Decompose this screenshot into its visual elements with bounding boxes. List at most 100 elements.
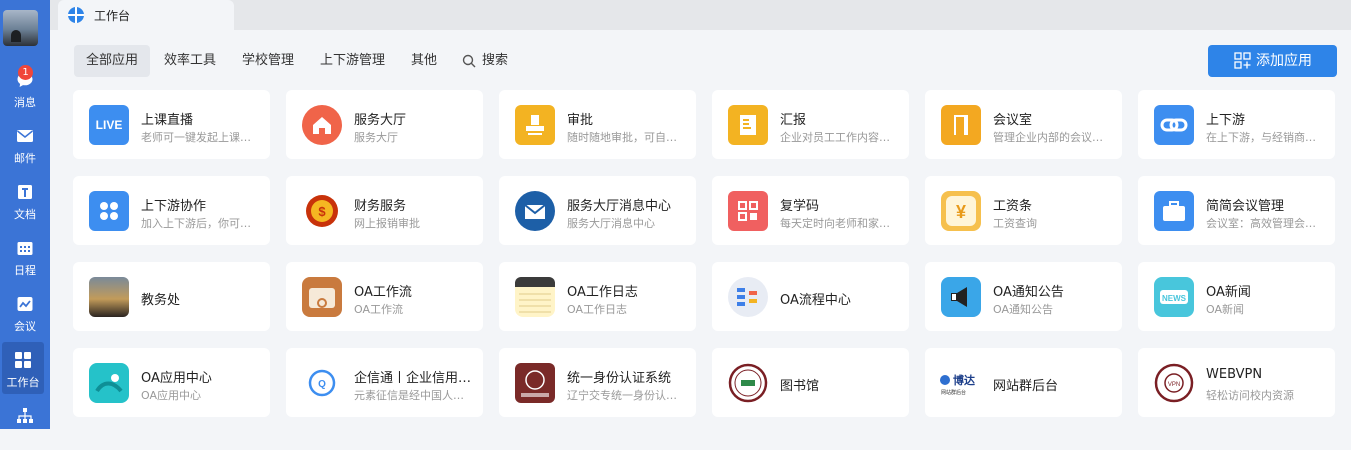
app-description: 每天定时向老师和家长推送 — [780, 217, 898, 230]
report-icon — [728, 105, 768, 145]
app-card[interactable]: OA流程中心 — [712, 262, 909, 331]
sidebar-item-mail[interactable]: 邮件 — [0, 118, 50, 170]
app-title: 汇报 — [780, 113, 807, 128]
avatar[interactable] — [3, 10, 38, 46]
app-card[interactable]: 服务大厅消息中心 服务大厅消息中心 — [499, 176, 696, 245]
app-title: OA流程中心 — [780, 293, 851, 308]
filter-school-management[interactable]: 学校管理 — [230, 45, 306, 77]
app-description: 轻松访问校内资源 — [1206, 389, 1294, 402]
filter-efficiency-tools[interactable]: 效率工具 — [152, 45, 228, 77]
briefcase-icon — [1154, 191, 1194, 231]
app-title: OA新闻 — [1206, 285, 1251, 300]
notes-icon — [515, 277, 555, 317]
app-card[interactable]: 复学码每天定时向老师和家长推送 — [712, 176, 909, 245]
svg-text:¥: ¥ — [956, 202, 966, 222]
grid-icon — [89, 191, 129, 231]
app-title: 上课直播 — [141, 113, 194, 128]
app-description: 辽宁交专统一身份认证系统 — [567, 389, 685, 402]
app-card[interactable]: 上下游协作加入上下游后，你可以协作 — [73, 176, 270, 245]
app-description: OA新闻 — [1206, 303, 1244, 316]
app-title: 会议室 — [993, 113, 1033, 128]
app-card[interactable]: $ 财务服务 网上报销审批 — [286, 176, 483, 245]
app-description: 老师可一键发起上课直播 — [141, 131, 259, 144]
tab-workbench[interactable]: 工作台 — [58, 0, 234, 30]
app-card[interactable]: 博达 网站群后台 网站群后台 — [925, 348, 1122, 417]
calendar-icon — [17, 242, 33, 255]
app-description: 元素征信是经中国人民银行 — [354, 389, 472, 402]
vpn-icon: VPN — [1154, 363, 1194, 403]
app-card[interactable]: Q 企信通丨企业信用查询元素征信是经中国人民银行 — [286, 348, 483, 417]
app-card[interactable]: 图书馆 — [712, 348, 909, 417]
app-card[interactable]: 教务处 — [73, 262, 270, 331]
app-card[interactable]: VPN WEBVPN 轻松访问校内资源 — [1138, 348, 1335, 417]
news-icon: NEWS — [1154, 277, 1194, 317]
app-title: 教务处 — [141, 293, 181, 308]
app-title: 工资条 — [993, 199, 1033, 214]
app-description: 随时随地审批，可自定义审批 — [567, 131, 685, 144]
filter-all-apps[interactable]: 全部应用 — [74, 45, 151, 77]
app-description: 企业对员工工作内容的汇报 — [780, 131, 898, 144]
app-card[interactable]: ¥ 工资条 工资查询 — [925, 176, 1122, 245]
app-description: OA应用中心 — [141, 389, 201, 402]
sidebar-item-organization[interactable] — [0, 398, 50, 450]
app-description: 服务大厅消息中心 — [567, 217, 655, 230]
app-card[interactable]: 会议室管理企业内部的会议室资源 — [925, 90, 1122, 159]
sidebar-item-meetings[interactable]: 会议 — [0, 286, 50, 338]
app-description: 加入上下游后，你可以协作 — [141, 217, 259, 230]
app-card[interactable]: LIVE 上课直播 老师可一键发起上课直播 — [73, 90, 270, 159]
filter-updown-management[interactable]: 上下游管理 — [308, 45, 397, 77]
app-card[interactable]: 服务大厅 服务大厅 — [286, 90, 483, 159]
svg-text:Q: Q — [318, 379, 326, 390]
app-card[interactable]: 统一身份认证系统辽宁交专统一身份认证系统 — [499, 348, 696, 417]
meeting-icon — [17, 297, 33, 311]
filter-other[interactable]: 其他 — [399, 45, 449, 77]
home-icon — [302, 105, 342, 145]
link-icon — [1154, 105, 1194, 145]
app-card[interactable]: OA应用中心 OA应用中心 — [73, 348, 270, 417]
app-description: 会议室：高效管理会议室 — [1206, 217, 1324, 230]
sidebar-item-label: 会议 — [14, 320, 36, 333]
add-app-icon — [1234, 52, 1251, 69]
unread-badge: 1 — [18, 65, 33, 80]
workbench-logo-icon — [68, 7, 84, 23]
sidebar-item-label: 文档 — [14, 208, 36, 221]
add-app-label: 添加应用 — [1256, 53, 1312, 69]
app-card[interactable]: 简简会议管理 会议室：高效管理会议室 — [1138, 176, 1335, 245]
app-card[interactable]: OA工作流 OA工作流 — [286, 262, 483, 331]
app-center-icon — [89, 363, 129, 403]
workbench-icon — [15, 352, 31, 368]
app-card[interactable]: 汇报企业对员工工作内容的汇报 — [712, 90, 909, 159]
add-app-button[interactable]: 添加应用 — [1208, 45, 1337, 77]
app-title: OA通知公告 — [993, 285, 1064, 300]
app-title: 上下游 — [1206, 113, 1246, 128]
yen-icon: ¥ — [941, 191, 981, 231]
app-card[interactable]: OA工作日志 OA工作日志 — [499, 262, 696, 331]
org-chart-icon — [17, 408, 33, 423]
app-card[interactable]: NEWS OA新闻 OA新闻 — [1138, 262, 1335, 331]
photo-icon — [89, 277, 129, 317]
svg-text:博达: 博达 — [953, 373, 975, 387]
envelope-icon — [515, 191, 555, 231]
search-button[interactable]: 搜索 — [450, 45, 520, 77]
sidebar-item-documents[interactable]: 文档 — [0, 174, 50, 226]
app-title: 财务服务 — [354, 199, 407, 214]
sidebar-item-calendar[interactable]: 日程 — [0, 230, 50, 282]
sidebar-item-label: 消息 — [14, 96, 36, 109]
app-title: 服务大厅消息中心 — [567, 199, 672, 214]
coin-icon: $ — [302, 191, 342, 231]
app-title: 统一身份认证系统 — [567, 371, 672, 386]
search-label: 搜索 — [482, 53, 509, 68]
sidebar-item-label: 邮件 — [14, 152, 36, 165]
svg-text:NEWS: NEWS — [1162, 294, 1187, 303]
app-title: 审批 — [567, 113, 594, 128]
search-icon — [462, 54, 476, 67]
sidebar: 消息 1 邮件 文档 日程 会议 工作台 — [0, 0, 50, 429]
document-icon — [18, 185, 32, 199]
app-card[interactable]: OA通知公告 OA通知公告 — [925, 262, 1122, 331]
app-description: 在上下游，与经销商合作 — [1206, 131, 1324, 144]
app-card[interactable]: 上下游在上下游，与经销商合作 — [1138, 90, 1335, 159]
app-card[interactable]: 审批随时随地审批，可自定义审批 — [499, 90, 696, 159]
app-title: 网站群后台 — [993, 379, 1059, 394]
sidebar-item-workbench[interactable]: 工作台 — [2, 342, 44, 394]
door-icon — [941, 105, 981, 145]
